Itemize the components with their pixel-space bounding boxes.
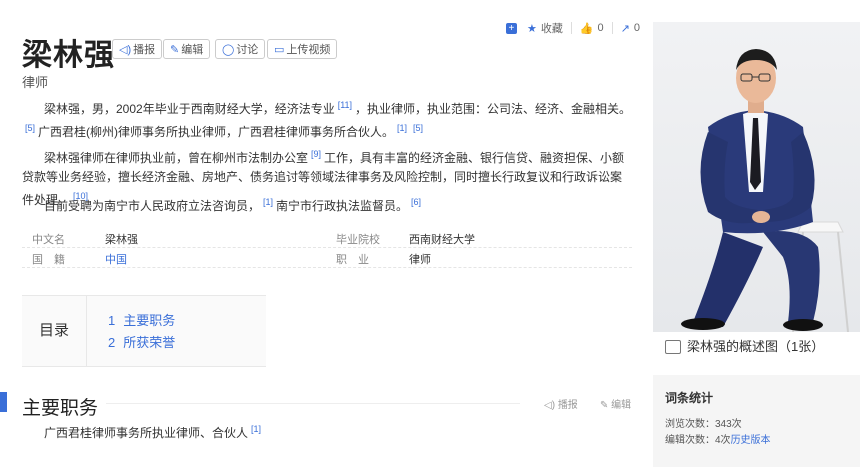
section-edit-button[interactable]: ✎ 编辑 (600, 396, 631, 411)
broadcast-label: 播报 (557, 400, 578, 411)
section-broadcast-button[interactable]: ◁) 播报 (544, 396, 578, 411)
broadcast-label: 播报 (133, 44, 156, 56)
discuss-label: 讨论 (236, 44, 259, 56)
field-value: 西南财经大学 (409, 234, 475, 246)
toc-item-number: 2 (108, 335, 116, 350)
pencil-icon: ✎ (600, 400, 609, 411)
edit-button[interactable]: ✎ 编辑 (163, 39, 211, 59)
text: ，执业律师，执业范围：公司法、经济、金融相关。 (355, 102, 632, 116)
text: 广西君桂律师事务所执业律师、合伙人 (44, 426, 249, 440)
share-icon[interactable]: ↗ (621, 22, 630, 35)
divider (611, 22, 613, 34)
upload-video-label: 上传视频 (286, 44, 331, 56)
basic-info-table: 中文名 梁林强 毕业院校 西南财经大学 国 籍 中国 职 业 律师 (22, 228, 632, 268)
nationality-link[interactable]: 中国 (105, 251, 127, 267)
collect-button[interactable]: 收藏 (541, 20, 563, 36)
field-label: 国 籍 (32, 254, 65, 266)
toc-item-text: 所获荣誉 (123, 335, 176, 350)
reference-link[interactable]: [1] (251, 424, 261, 434)
speaker-icon: ◁) (119, 44, 132, 56)
edit-label: 编辑 (181, 44, 204, 56)
table-of-contents: 目录 1 主要职务 2 所获荣誉 (22, 295, 266, 367)
broadcast-button[interactable]: ◁) 播报 (112, 39, 163, 59)
entry-subtitle: 律师 (22, 75, 49, 90)
section-body: 广西君桂律师事务所执业律师、合伙人 [1] (44, 424, 264, 441)
divider (570, 22, 572, 34)
field-label: 中文名 (32, 234, 65, 246)
toc-item-text: 主要职务 (123, 313, 176, 328)
toc-item[interactable]: 2 所获荣誉 (108, 332, 175, 351)
star-icon[interactable]: ★ (527, 22, 537, 35)
toc-item-number: 1 (108, 313, 116, 328)
comment-icon: ◯ (222, 44, 235, 56)
add-icon[interactable]: + (505, 22, 517, 34)
reference-link[interactable]: [11] (338, 100, 352, 110)
portrait-photo[interactable] (653, 22, 860, 332)
reference-link[interactable]: [1] (263, 197, 273, 207)
entry-actions: + ★ 收藏 👍 0 ↗ 0 (505, 20, 640, 36)
field-value: 梁林强 (105, 234, 138, 246)
field-label: 毕业院校 (336, 234, 380, 246)
upload-video-button[interactable]: ▭ 上传视频 (267, 39, 338, 59)
page-title: 梁林强 (22, 39, 115, 72)
text: 南宁市行政执法监督员。 (276, 199, 409, 213)
text: 梁林强，男，2002年毕业于西南财经大学，经济法专业 (44, 102, 335, 116)
stats-heading: 词条统计 (665, 391, 714, 405)
section-title: 主要职务 (22, 398, 99, 419)
field-label: 职 业 (336, 254, 369, 266)
reference-link[interactable]: [9] (311, 149, 321, 159)
view-count: 浏览次数：343次 (665, 419, 742, 430)
toc-item[interactable]: 1 主要职务 (108, 310, 175, 329)
like-count: 0 (597, 22, 604, 34)
discuss-button[interactable]: ◯ 讨论 (215, 39, 266, 59)
text: 广西君桂(柳州)律师事务所执业律师，广西君桂律师事务所合伙人。 (38, 125, 395, 139)
history-version-link[interactable]: 历史版本 (731, 435, 771, 446)
summary-paragraph-1: 梁林强，男，2002年毕业于西南财经大学，经济法专业 [11] ，执业律师，执业范围… (22, 96, 632, 142)
share-count: 0 (633, 22, 640, 34)
edit-label: 编辑 (611, 400, 632, 411)
section-divider (106, 403, 520, 404)
reference-link[interactable]: [5] (25, 123, 35, 133)
text: 目前受聘为南宁市人民政府立法咨询员， (44, 199, 261, 213)
thumbs-up-icon[interactable]: 👍 (580, 22, 594, 35)
summary-paragraph-3: 目前受聘为南宁市人民政府立法咨询员， [1] 南宁市行政执法监督员。 [6] (22, 193, 632, 216)
portrait-illustration (653, 22, 860, 332)
section-marker (0, 392, 7, 412)
edit-count-text: 编辑次数：4次 (665, 435, 731, 446)
toc-label: 目录 (22, 296, 87, 366)
field-value: 律师 (409, 254, 431, 266)
video-icon: ▭ (274, 44, 285, 56)
reference-link[interactable]: [1] (397, 123, 407, 133)
edit-count: 编辑次数：4次历史版本 (665, 431, 771, 446)
basic-info-row: 中文名 梁林强 毕业院校 西南财经大学 (22, 228, 632, 248)
entry-stats: 词条统计 浏览次数：343次 编辑次数：4次历史版本 (653, 375, 860, 467)
photo-caption[interactable]: 梁林强的概述图（1张） (665, 336, 824, 355)
pencil-icon: ✎ (170, 44, 180, 56)
reference-link[interactable]: [6] (411, 197, 421, 207)
caption-text: 梁林强的概述图（1张） (687, 339, 825, 354)
speaker-icon: ◁) (544, 400, 556, 411)
main-content: + ★ 收藏 👍 0 ↗ 0 梁林强 ◁) 播报 ✎ 编辑 ◯ 讨论 ▭ 上传视频 律师… (0, 0, 640, 445)
image-gallery-icon (665, 339, 681, 354)
text: 梁林强律师在律师执业前，曾在柳州市法制办公室 (44, 151, 309, 165)
reference-link[interactable]: [5] (413, 123, 423, 133)
basic-info-row: 国 籍 中国 职 业 律师 (22, 248, 632, 268)
